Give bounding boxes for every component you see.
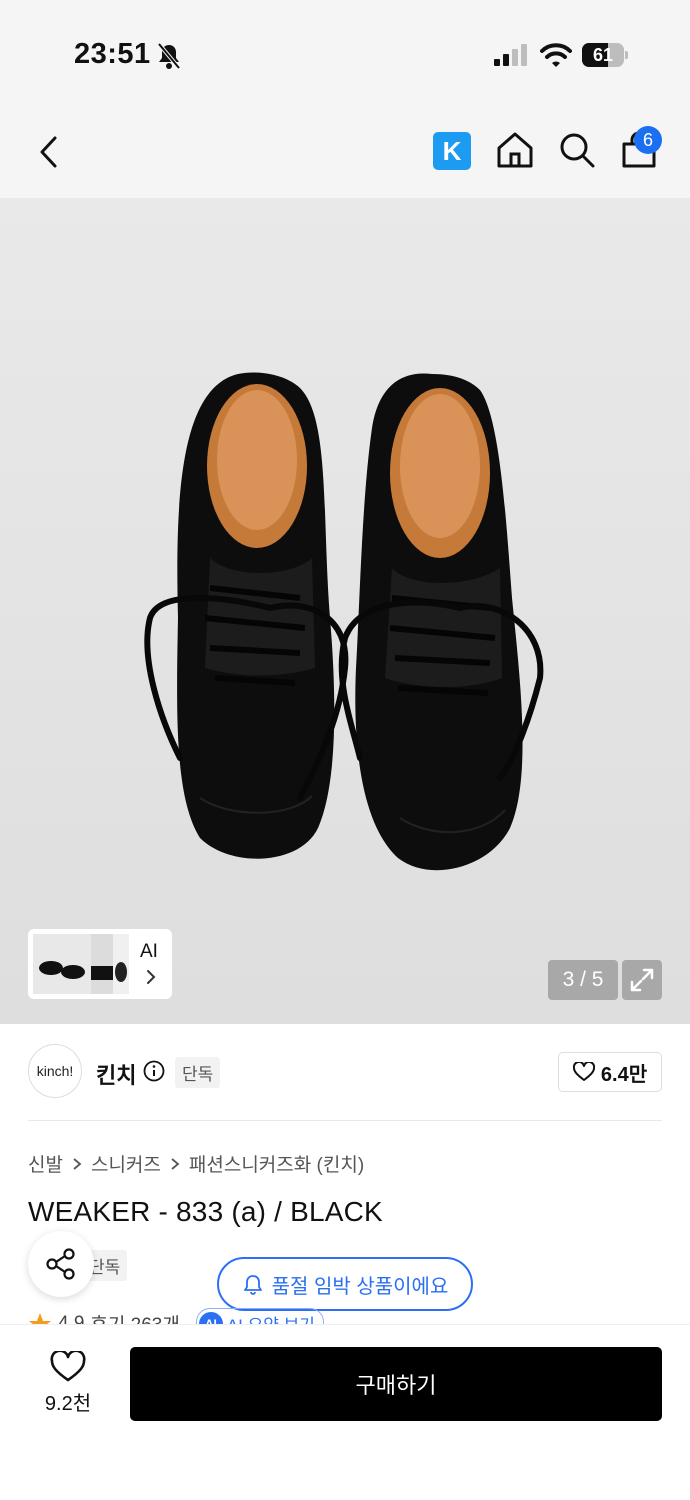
brand-logo[interactable]: kinch!	[28, 1044, 82, 1098]
image-counter: 3 / 5	[548, 960, 618, 1000]
ai-badge: AI	[198, 1311, 223, 1324]
cart-count-badge: 6	[634, 126, 662, 154]
kakao-k-button[interactable]: K	[433, 132, 471, 170]
back-button[interactable]	[26, 130, 70, 174]
rating-value: 4.9	[58, 1312, 85, 1325]
thumbnail-ai-label: AI	[140, 941, 158, 962]
bell-icon	[243, 1275, 262, 1295]
product-image-shoes	[144, 372, 544, 871]
review-count-link[interactable]: 후기 263개	[90, 1310, 179, 1324]
low-stock-text: 품절 임박 상품이에요	[271, 1275, 449, 1298]
wishlist-button[interactable]: 9.2천	[28, 1349, 108, 1419]
expand-button[interactable]	[622, 960, 662, 1000]
search-icon	[560, 133, 595, 168]
chevron-left-icon	[40, 136, 57, 168]
bottom-action-bar: 9.2천 구매하기	[0, 1324, 690, 1500]
star-icon	[29, 1312, 51, 1324]
home-icon	[497, 132, 533, 168]
exclusive-tag: 단독	[175, 1057, 221, 1088]
breadcrumb: 신발 스니커즈 패션스니커즈화 (킨치)	[28, 1150, 364, 1177]
chevron-right-icon	[147, 970, 156, 984]
brand-like-button[interactable]: 6.4만	[558, 1052, 662, 1092]
top-nav: K	[0, 110, 690, 198]
expand-icon	[630, 968, 654, 992]
battery-indicator: 61	[582, 43, 628, 67]
chevron-right-icon	[171, 1157, 180, 1170]
product-title: WEAKER - 833 (a) / BLACK	[28, 1196, 383, 1227]
breadcrumb-item-sneakers[interactable]: 스니커즈	[91, 1150, 161, 1177]
thumbnail-image	[33, 934, 129, 994]
ai-summary-label: AI 요약 보기	[227, 1311, 315, 1324]
wifi-icon	[540, 43, 572, 67]
heart-icon	[572, 1062, 595, 1081]
info-icon[interactable]	[143, 1060, 165, 1082]
brand-like-count: 6.4만	[600, 1063, 648, 1086]
chevron-right-icon	[73, 1157, 82, 1170]
ai-similar-thumbnail-card[interactable]: AI	[28, 929, 172, 999]
status-bar: 23:51 61	[0, 0, 690, 110]
status-time: 23:51	[74, 38, 151, 70]
breadcrumb-item-fashion-sneakers[interactable]: 패션스니커즈화 (킨치)	[189, 1150, 364, 1177]
divider	[28, 1120, 662, 1121]
share-button[interactable]	[28, 1231, 94, 1297]
home-button[interactable]	[494, 128, 536, 172]
low-stock-toast: 품절 임박 상품이에요	[217, 1257, 473, 1311]
share-icon	[46, 1248, 75, 1280]
brand-name[interactable]: 킨치	[96, 1058, 136, 1090]
product-image-gallery[interactable]: AI 3 / 5	[0, 198, 690, 1024]
ai-summary-button[interactable]: AI AI 요약 보기	[195, 1308, 324, 1324]
brand-row: kinch! 킨치 단독 6.4만	[0, 1024, 690, 1120]
search-button[interactable]	[556, 128, 598, 172]
cellular-signal-icon	[494, 44, 527, 66]
wishlist-count: 9.2천	[44, 1393, 92, 1415]
breadcrumb-item-shoes[interactable]: 신발	[28, 1150, 63, 1177]
battery-percent: 61	[592, 45, 614, 65]
bell-slash-icon	[157, 42, 181, 70]
rating-row: 4.9 후기 263개 AI AI 요약 보기	[28, 1306, 668, 1324]
heart-icon	[50, 1351, 86, 1382]
buy-button[interactable]: 구매하기	[130, 1347, 662, 1421]
